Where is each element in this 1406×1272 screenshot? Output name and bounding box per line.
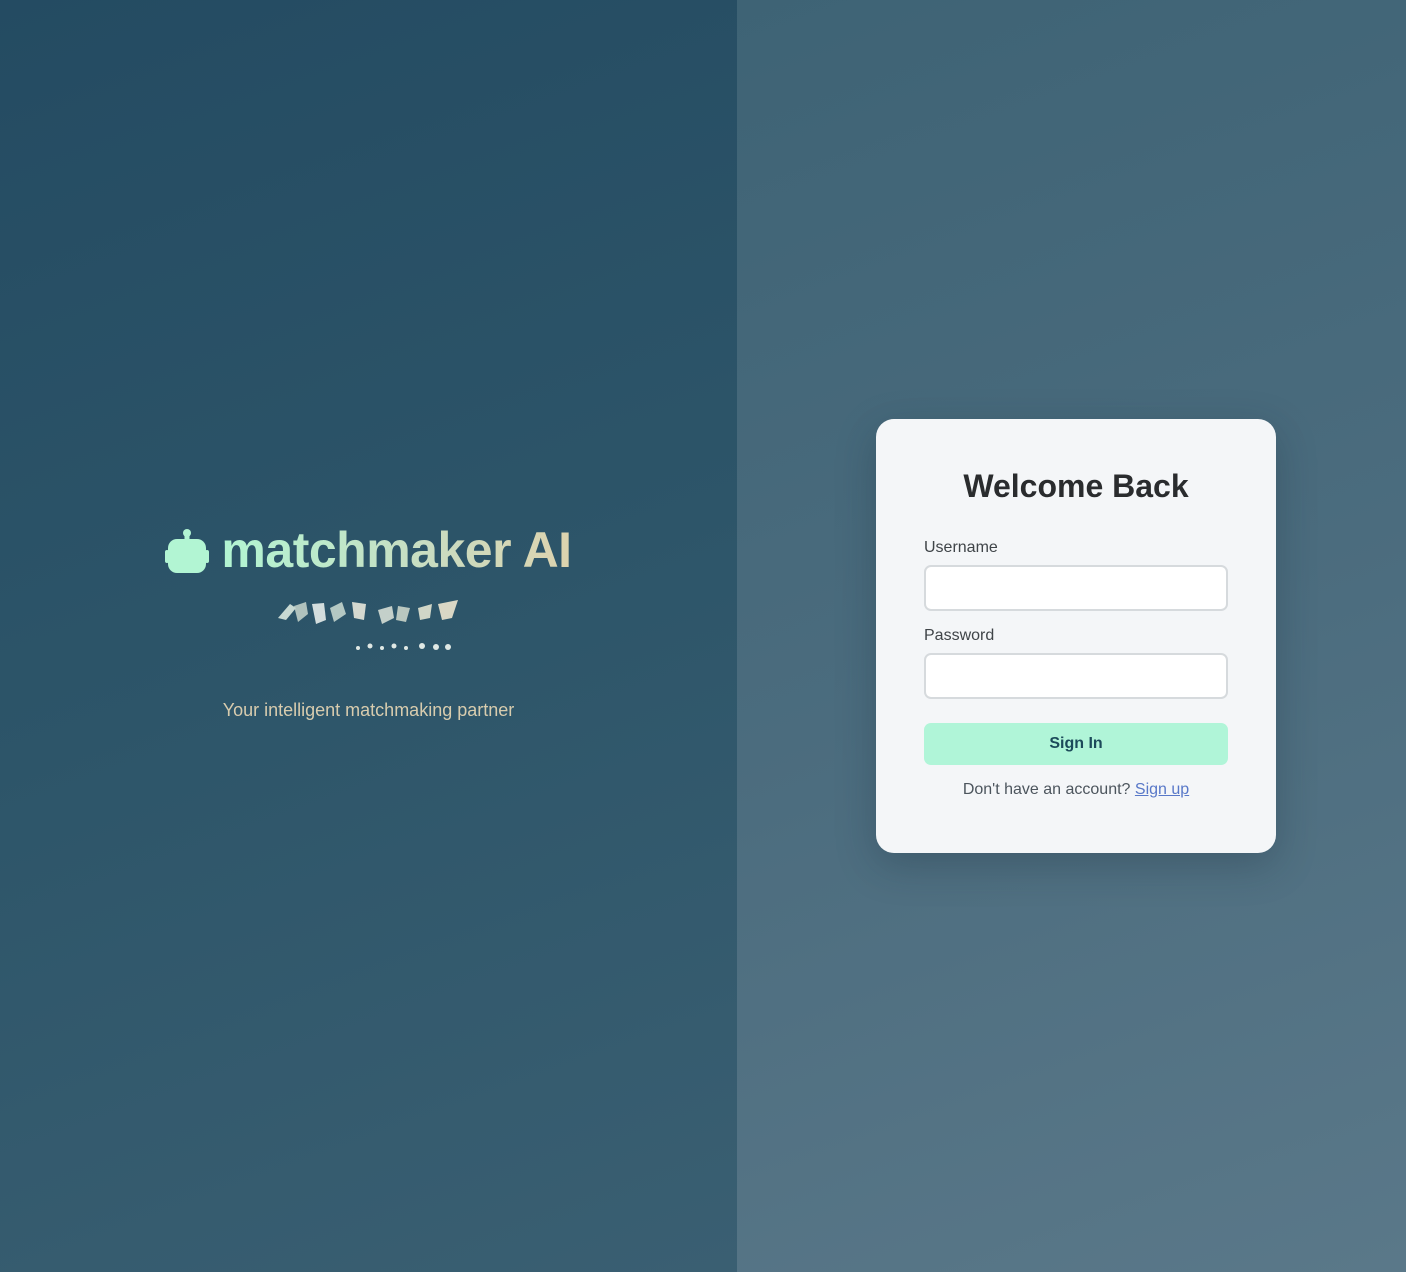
signup-row: Don't have an account? Sign up — [924, 781, 1228, 799]
brand-header: matchmaker AI — [0, 522, 737, 578]
login-card: Welcome Back Username Password Sign In D… — [876, 419, 1276, 853]
sign-in-button[interactable]: Sign In — [924, 723, 1228, 765]
username-label: Username — [924, 539, 998, 556]
robot-icon — [165, 529, 210, 573]
login-title: Welcome Back — [963, 468, 1189, 504]
login-page: matchmaker AI Your intelligent matchmaki… — [0, 0, 1406, 1272]
brand-tagline: Your intelligent matchmaking partner — [222, 700, 515, 720]
password-input[interactable] — [924, 653, 1228, 699]
sign-up-link[interactable]: Sign up — [1135, 781, 1189, 798]
brand-title: matchmaker AI — [221, 522, 572, 578]
password-label: Password — [924, 627, 995, 644]
username-input[interactable] — [924, 565, 1228, 611]
brand-logo-mark — [278, 600, 458, 650]
signup-prompt: Don't have an account? — [962, 781, 1131, 798]
brand-panel: matchmaker AI Your intelligent matchmaki… — [0, 0, 737, 1272]
